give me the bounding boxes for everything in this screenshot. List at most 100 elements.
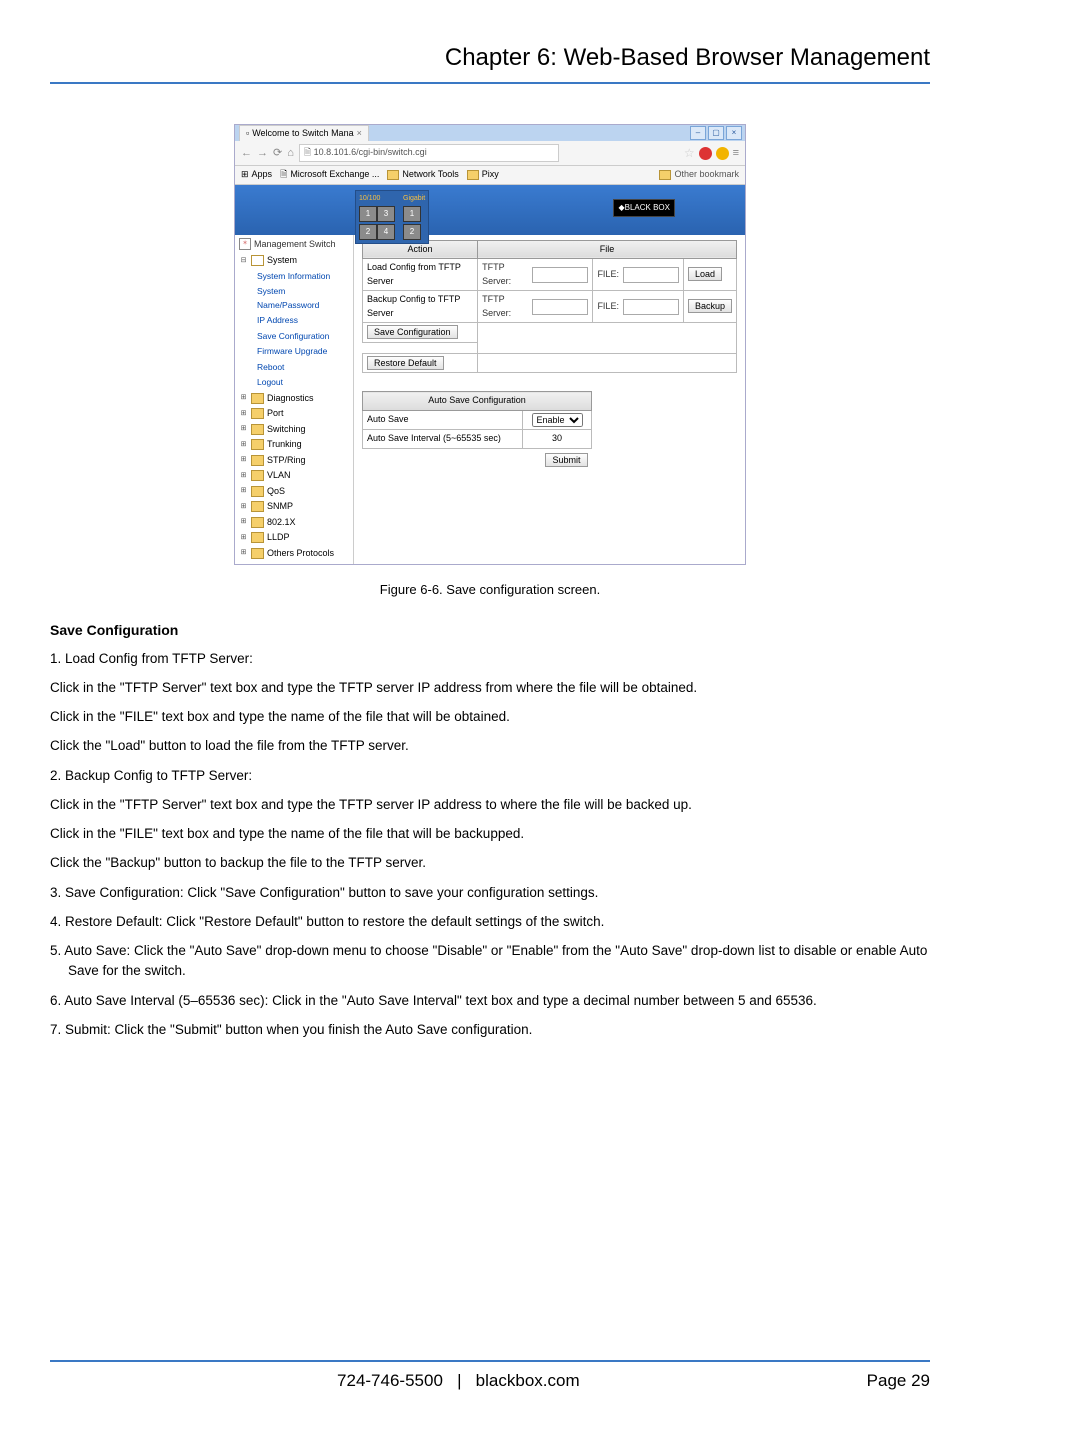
tftp-input-1[interactable] [532, 267, 588, 283]
tab-title: Welcome to Switch Mana [252, 127, 353, 141]
para-3: Click in the "FILE" text box and type th… [50, 707, 930, 727]
port-3: 3 [377, 206, 395, 222]
para-11: 5. Auto Save: Click the "Auto Save" drop… [50, 941, 930, 982]
page-number: Page 29 [867, 1368, 930, 1394]
bookmark-1[interactable]: 🗎Microsoft Exchange ... [280, 168, 379, 182]
restore-default-button[interactable]: Restore Default [367, 356, 444, 370]
load-button[interactable]: Load [688, 267, 722, 281]
submit-button[interactable]: Submit [545, 453, 587, 467]
address-bar: ← → ⟳ ⌂ 🗎 10.8.101.6/cgi-bin/switch.cgi … [235, 141, 745, 166]
port-4: 4 [377, 224, 395, 240]
back-icon[interactable]: ← [241, 145, 252, 162]
config-table: Action File Load Config from TFTP Server… [362, 240, 737, 374]
tree-sysname[interactable]: System Name/Password [257, 284, 349, 313]
tree-vlan[interactable]: ⊞VLAN [239, 468, 349, 484]
other-bookmarks[interactable]: Other bookmark [659, 168, 739, 182]
reload-icon[interactable]: ⟳ [273, 145, 282, 162]
para-6: Click in the "TFTP Server" text box and … [50, 795, 930, 815]
para-4: Click the "Load" button to load the file… [50, 736, 930, 756]
tree-others[interactable]: ⊞Others Protocols [239, 546, 349, 562]
para-9: 3. Save Configuration: Click "Save Confi… [50, 883, 930, 903]
tree-system[interactable]: ⊟System [239, 253, 349, 269]
tree-diagnostics[interactable]: ⊞Diagnostics [239, 391, 349, 407]
url-input[interactable]: 🗎 10.8.101.6/cgi-bin/switch.cgi [299, 144, 559, 162]
para-13: 7. Submit: Click the "Submit" button whe… [50, 1020, 930, 1040]
bookmark-star-icon[interactable]: ☆ [684, 144, 695, 162]
browser-tab[interactable]: ▫ Welcome to Switch Mana × [239, 125, 369, 142]
bookmark-2[interactable]: Network Tools [387, 168, 458, 182]
figure-caption: Figure 6-6. Save configuration screen. [50, 580, 930, 600]
tab-favicon: ▫ [246, 127, 249, 141]
bookmark-3[interactable]: Pixy [467, 168, 499, 182]
tree-sysinfo[interactable]: System Information [257, 269, 349, 285]
apps-bookmark[interactable]: ⊞Apps [241, 168, 272, 182]
tree-reboot[interactable]: Reboot [257, 360, 349, 376]
tree-port[interactable]: ⊞Port [239, 406, 349, 422]
minimize-icon[interactable]: – [690, 126, 706, 140]
footer-center: 724-746-5500 | blackbox.com [50, 1368, 867, 1394]
tree-logout[interactable]: Logout [257, 375, 349, 391]
row-backup-label: Backup Config to TFTP Server [363, 291, 478, 323]
autosave-header: Auto Save Configuration [363, 392, 592, 411]
tree-8021x[interactable]: ⊞802.1X [239, 515, 349, 531]
screenshot-container: ▫ Welcome to Switch Mana × – ▢ × ← → ⟳ ⌂… [50, 124, 930, 565]
page-footer: 724-746-5500 | blackbox.com Page 29 [50, 1360, 930, 1394]
tree-ip[interactable]: IP Address [257, 313, 349, 329]
para-5: 2. Backup Config to TFTP Server: [50, 766, 930, 786]
close-tab-icon[interactable]: × [357, 127, 362, 141]
ext-icon-1[interactable] [699, 147, 712, 160]
bookmark-bar: ⊞Apps 🗎Microsoft Exchange ... Network To… [235, 166, 745, 185]
chapter-title: Chapter 6: Web-Based Browser Management [50, 40, 930, 84]
body-text: 1. Load Config from TFTP Server: Click i… [50, 649, 930, 1041]
file-label-1: FILE: [597, 268, 619, 282]
para-1: 1. Load Config from TFTP Server: [50, 649, 930, 669]
port-group-gigabit: Gigabit 1 2 [403, 194, 425, 241]
tree-firmware[interactable]: Firmware Upgrade [257, 344, 349, 360]
port-2: 2 [359, 224, 377, 240]
file-input-1[interactable] [623, 267, 679, 283]
port-label-1: 10/100 [359, 194, 393, 205]
para-8: Click the "Backup" button to backup the … [50, 853, 930, 873]
autosave-interval-label: Auto Save Interval (5~65535 sec) [363, 430, 523, 449]
backup-button[interactable]: Backup [688, 299, 732, 313]
row-load-label: Load Config from TFTP Server [363, 259, 478, 291]
tree-snmp[interactable]: ⊞SNMP [239, 499, 349, 515]
tree-qos[interactable]: ⊞QoS [239, 484, 349, 500]
browser-window: ▫ Welcome to Switch Mana × – ▢ × ← → ⟳ ⌂… [234, 124, 746, 565]
close-window-icon[interactable]: × [726, 126, 742, 140]
tftp-label-2: TFTP Server: [482, 293, 528, 320]
save-config-button[interactable]: Save Configuration [367, 325, 458, 339]
tree-switching[interactable]: ⊞Switching [239, 422, 349, 438]
tree-trunking[interactable]: ⊞Trunking [239, 437, 349, 453]
para-12: 6. Auto Save Interval (5–65536 sec): Cli… [50, 991, 930, 1011]
brand-logo: ◆BLACK BOX [613, 199, 675, 217]
autosave-interval-value[interactable]: 30 [552, 433, 562, 443]
port-1: 1 [359, 206, 377, 222]
tree-stp[interactable]: ⊞STP/Ring [239, 453, 349, 469]
gport-2: 2 [403, 224, 421, 240]
autosave-select[interactable]: Enable [532, 413, 583, 427]
tree-saveconfig[interactable]: Save Configuration [257, 329, 349, 345]
tftp-input-2[interactable] [532, 299, 588, 315]
content-pane: Action File Load Config from TFTP Server… [354, 235, 745, 565]
tree-root[interactable]: ✶Management Switch [239, 238, 349, 252]
ext-icon-2[interactable] [716, 147, 729, 160]
app-body: ✶Management Switch ⊟System System Inform… [235, 235, 745, 565]
port-panel: 10/100 1 3 2 4 Gigabit 1 2 [355, 190, 429, 245]
th-file: File [478, 240, 737, 259]
para-2: Click in the "TFTP Server" text box and … [50, 678, 930, 698]
maximize-icon[interactable]: ▢ [708, 126, 724, 140]
autosave-label: Auto Save [363, 410, 523, 430]
forward-icon[interactable]: → [257, 145, 268, 162]
switch-banner: 10/100 1 3 2 4 Gigabit 1 2 ◆BLACK [235, 185, 745, 235]
autosave-table: Auto Save Configuration Auto Save Enable… [362, 391, 592, 470]
file-input-2[interactable] [623, 299, 679, 315]
url-text: 10.8.101.6/cgi-bin/switch.cgi [314, 147, 427, 157]
home-icon[interactable]: ⌂ [287, 145, 294, 162]
tree-lldp[interactable]: ⊞LLDP [239, 530, 349, 546]
section-heading: Save Configuration [50, 620, 930, 641]
para-7: Click in the "FILE" text box and type th… [50, 824, 930, 844]
port-label-2: Gigabit [403, 194, 425, 205]
menu-icon[interactable]: ≡ [733, 145, 739, 162]
port-group-10-100: 10/100 1 3 2 4 [359, 194, 393, 241]
